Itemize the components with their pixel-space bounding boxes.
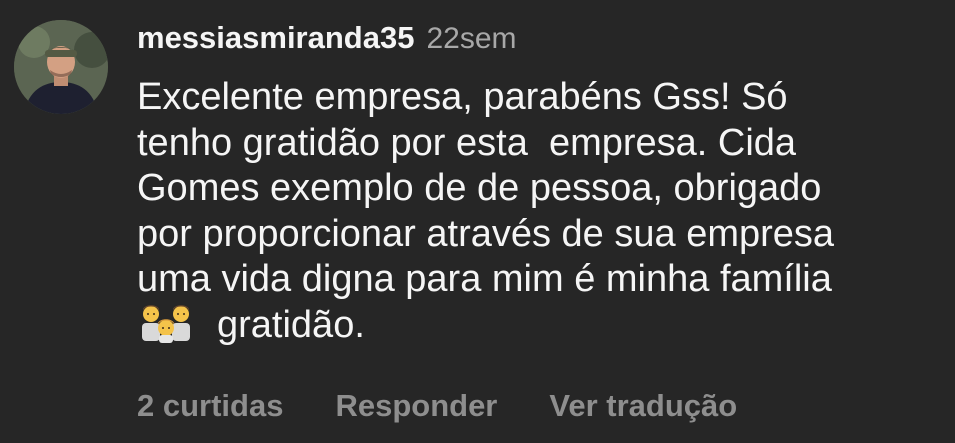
comment-text: Excelente empresa, parabéns Gss! Só tenh… [137, 75, 937, 348]
family-emoji-icon [137, 303, 195, 343]
translate-button[interactable]: Ver tradução [549, 388, 737, 424]
comment-line: Excelente empresa, parabéns Gss! Só [137, 76, 788, 118]
comment-actions: 2 curtidas Responder Ver tradução [137, 388, 737, 424]
comment-line: por proporcionar através de sua empresa [137, 212, 835, 255]
comment-line: uma vida digna para mim é minha família [137, 258, 832, 300]
timestamp: 22sem [426, 22, 517, 55]
avatar[interactable] [14, 20, 108, 114]
avatar-photo-icon [14, 20, 108, 114]
comment-line: Gomes exemplo de de pessoa, obrigado [137, 167, 822, 209]
comment-header: messiasmiranda35 22sem [137, 20, 517, 60]
reply-button[interactable]: Responder [335, 388, 497, 424]
comment-line: tenho gratidão por esta empresa. Cida [137, 121, 797, 164]
likes-count-button[interactable]: 2 curtidas [137, 388, 283, 424]
comment-line: gratidão. [217, 303, 365, 346]
comment-last-line: gratidão. [137, 303, 937, 349]
username-link[interactable]: messiasmiranda35 [137, 20, 414, 56]
